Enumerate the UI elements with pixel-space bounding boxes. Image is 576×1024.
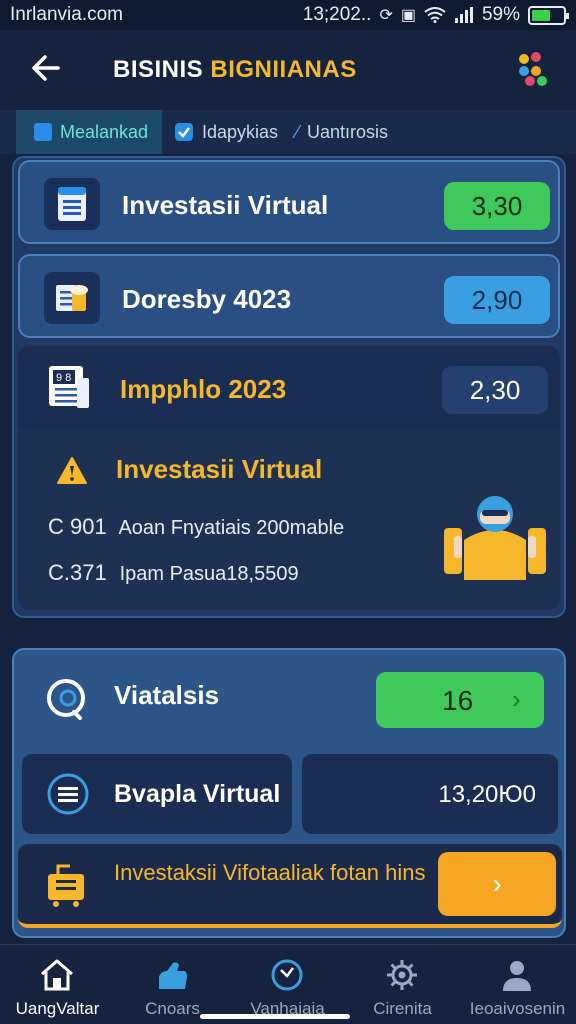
detail-line: C.371 Ipam Pasua18,5509 xyxy=(48,560,299,586)
home-icon xyxy=(41,959,73,991)
time-label: 13;202.. xyxy=(302,4,372,25)
checkbox-icon xyxy=(34,123,52,141)
detail-text: Aoan Fnyatiais 200mable xyxy=(118,517,345,539)
signal-icon xyxy=(454,7,473,23)
sync-icon: ⟳ xyxy=(379,7,393,24)
nav-item-vanhaiaia[interactable]: Vanhaiaia xyxy=(230,945,345,1024)
summary-value-button[interactable]: 16 › xyxy=(376,672,544,728)
menu-circle-icon xyxy=(47,773,89,815)
tab-label: Idapykias xyxy=(202,121,279,142)
amount-value: 13,20Ю0 xyxy=(438,781,536,808)
amount-card[interactable]: 13,20Ю0 xyxy=(302,754,558,834)
gear-icon xyxy=(387,960,417,990)
value-badge[interactable]: 2,90 xyxy=(444,276,550,324)
list-item-investasii[interactable]: Investasii Virtual 3,30 xyxy=(18,160,560,244)
row-label: Doresby 4023 xyxy=(122,284,292,314)
promo-banner[interactable]: Investaksii Vifotaaliak fotan hins › xyxy=(18,844,562,928)
detail-code: C.371 xyxy=(48,560,107,585)
tab-uantirosis[interactable]: ⁄ Uantırosis xyxy=(296,110,388,154)
status-bar: Inrlanvia.com 13;202.. ⟳ ▣ 59% xyxy=(0,0,576,30)
tab-label: Mealankad xyxy=(60,121,149,142)
virtual-card-label: Bvapla Virtual xyxy=(114,780,281,808)
nav-label: Ieoaivosenin xyxy=(469,999,566,1018)
dash-icon: ⁄ xyxy=(296,121,300,142)
chevron-right-icon: › xyxy=(512,684,521,714)
summary-panel: Viatalsis 16 › Bvapla Virtual 13,20Ю0 In… xyxy=(12,648,566,938)
tab-bar: Mealankad Idapykias ⁄ Uantırosis xyxy=(0,110,576,154)
nav-item-cirenita[interactable]: Cirenita xyxy=(345,945,460,1024)
compass-icon xyxy=(271,959,303,991)
cart-icon xyxy=(48,864,84,907)
mascot-illustration xyxy=(444,496,546,580)
nav-item-home[interactable]: UangValtar xyxy=(0,945,115,1024)
battery-percent: 59% xyxy=(481,4,520,25)
detail-text: Ipam Pasua18,5509 xyxy=(119,563,299,585)
promo-text: Investaksii Vifotaaliak fotan hins xyxy=(114,860,426,885)
bottom-nav: UangValtar Cnoars Vanhaiaia Cirenita Ieo… xyxy=(0,944,576,1024)
virtual-card[interactable]: Bvapla Virtual xyxy=(22,754,292,834)
nav-item-profile[interactable]: Ieoaivosenin xyxy=(460,945,575,1024)
summary-value: 16 xyxy=(442,685,474,716)
nfc-icon: ▣ xyxy=(400,7,416,24)
promo-go-button[interactable]: › xyxy=(438,852,556,916)
investment-panel: Investasii Virtual 3,30 Doresby 4023 2,9… xyxy=(12,156,566,618)
nav-label: Cirenita xyxy=(373,999,432,1018)
profile-icon xyxy=(503,961,531,991)
beer-document-icon xyxy=(44,272,100,324)
list-item-impphlo[interactable]: 9 8 Impphlo 2023 2,30 xyxy=(18,346,560,430)
nav-label: UangValtar xyxy=(15,999,100,1018)
detail-title: Investasii Virtual xyxy=(116,454,323,484)
wifi-icon xyxy=(424,7,446,23)
arrow-left-icon xyxy=(32,55,60,81)
detail-line: C 901 Aoan Fnyatiais 200mable xyxy=(48,514,344,540)
value-badge[interactable]: 3,30 xyxy=(444,182,550,230)
search-chat-icon xyxy=(47,679,85,720)
title-part1: BISINIS xyxy=(113,56,204,83)
summary-label: Viatalsis xyxy=(114,680,220,710)
tab-label: Uantırosis xyxy=(307,121,389,142)
battery-icon xyxy=(528,5,569,25)
list-item-doresby[interactable]: Doresby 4023 2,90 xyxy=(18,254,560,338)
hand-icon xyxy=(159,962,187,989)
detail-code: C 901 xyxy=(48,514,107,539)
value-badge[interactable]: 2,30 xyxy=(442,366,548,414)
investment-detail: Investasii Virtual C 901 Aoan Fnyatiais … xyxy=(18,430,560,610)
svg-text:9 8: 9 8 xyxy=(56,372,71,384)
row-label: Investasii Virtual xyxy=(122,190,329,220)
row-label: Impphlo 2023 xyxy=(120,374,287,404)
warning-icon xyxy=(57,457,87,484)
document-list-icon xyxy=(44,178,100,230)
chevron-right-icon: › xyxy=(492,868,502,899)
checkbox-checked-icon xyxy=(175,123,193,141)
title-part2: BIGNIIANAS xyxy=(210,56,357,83)
page-title: BISINIS BIGNIIANAS xyxy=(113,56,357,84)
colored-dots-menu-icon[interactable] xyxy=(517,52,551,86)
back-button[interactable] xyxy=(26,50,66,90)
carrier-label: Inrlanvia.com xyxy=(10,4,123,25)
app-header: BISINIS BIGNIIANAS xyxy=(0,30,576,110)
status-icons: 13;202.. ⟳ ▣ 59% xyxy=(302,4,569,26)
nav-item-cnoars[interactable]: Cnoars xyxy=(115,945,230,1024)
home-indicator[interactable] xyxy=(200,1014,350,1019)
tab-idapykias[interactable]: Idapykias xyxy=(174,110,278,154)
report-icon: 9 8 xyxy=(42,362,98,414)
tab-mealankad[interactable]: Mealankad xyxy=(16,110,162,154)
